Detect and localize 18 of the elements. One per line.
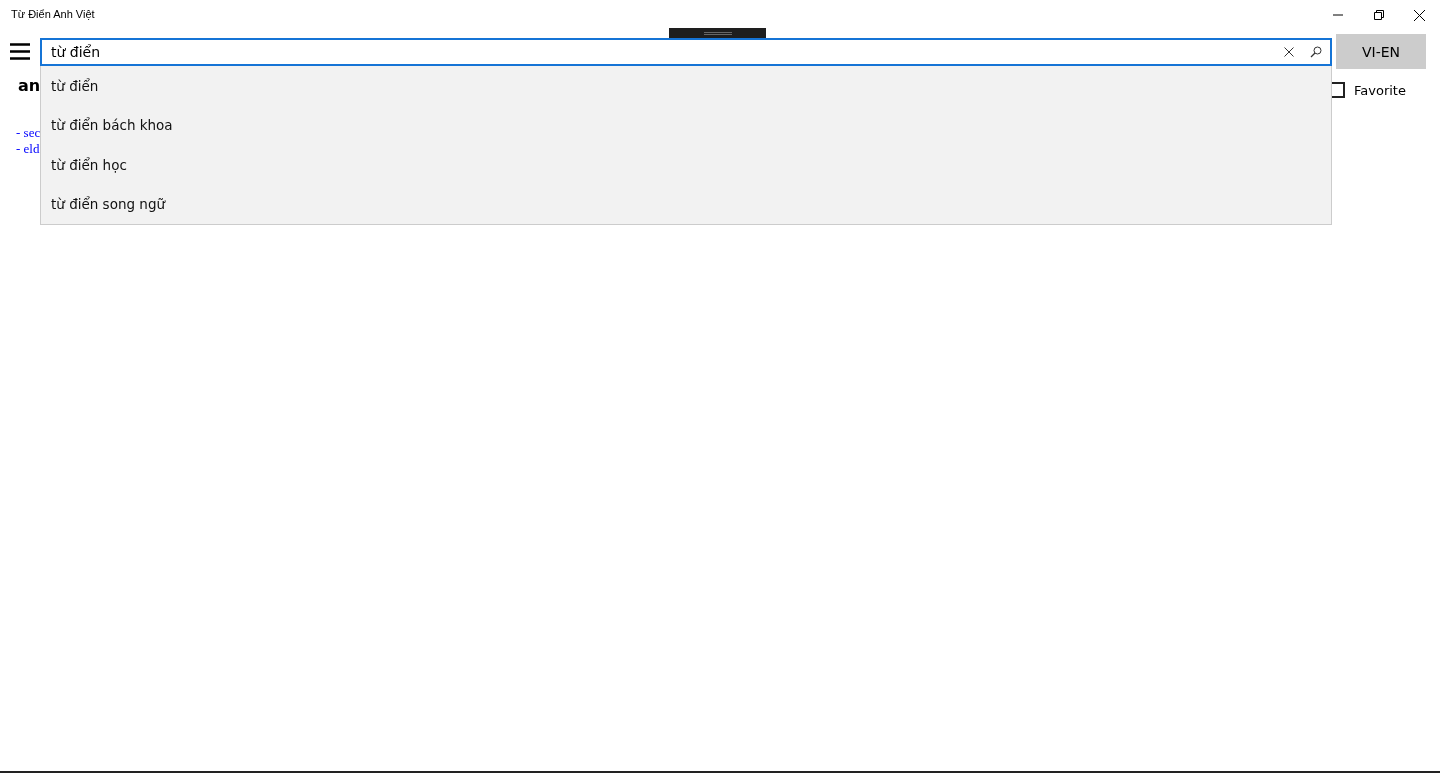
favorite-label: Favorite <box>1354 82 1406 98</box>
restore-icon <box>1373 10 1384 20</box>
entry-line: - sec <box>16 125 41 141</box>
clear-icon[interactable] <box>1284 47 1294 57</box>
entry-line: - eld <box>16 141 41 157</box>
suggestion-item[interactable]: từ điển bách khoa <box>41 105 1331 145</box>
close-icon <box>1414 9 1425 21</box>
search-icon[interactable] <box>1310 46 1322 58</box>
suggestion-item[interactable]: từ điển <box>41 66 1331 106</box>
window-title: Từ Điển Anh Việt <box>10 7 95 20</box>
suggestion-item[interactable]: từ điển học <box>41 145 1331 185</box>
search-field[interactable]: từ điển <box>40 38 1332 66</box>
language-direction-button[interactable]: VI-EN <box>1336 34 1426 69</box>
menu-icon <box>10 43 30 60</box>
entry-word: an <box>18 76 41 95</box>
suggestion-item[interactable]: từ điển song ngữ <box>41 184 1331 224</box>
drag-handle[interactable] <box>669 28 766 38</box>
favorite-checkbox[interactable] <box>1329 82 1345 98</box>
